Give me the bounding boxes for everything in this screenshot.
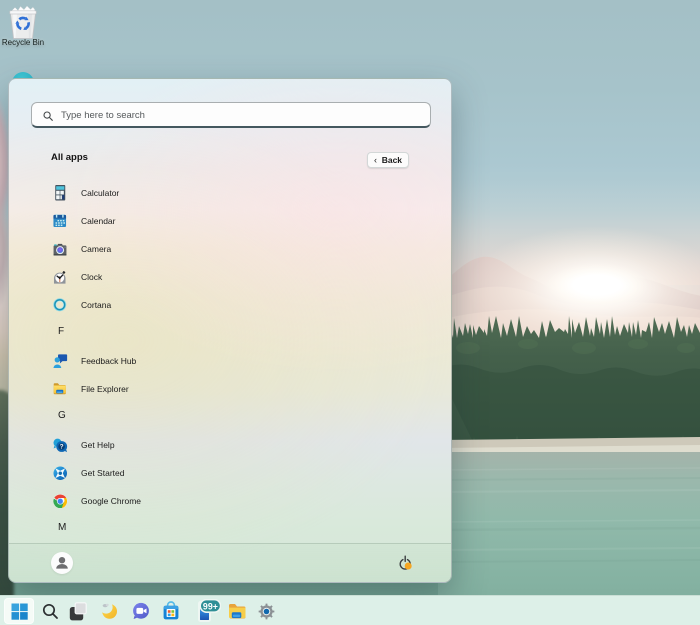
svg-text:?: ? [60, 443, 64, 450]
svg-text:99+: 99+ [203, 601, 218, 611]
